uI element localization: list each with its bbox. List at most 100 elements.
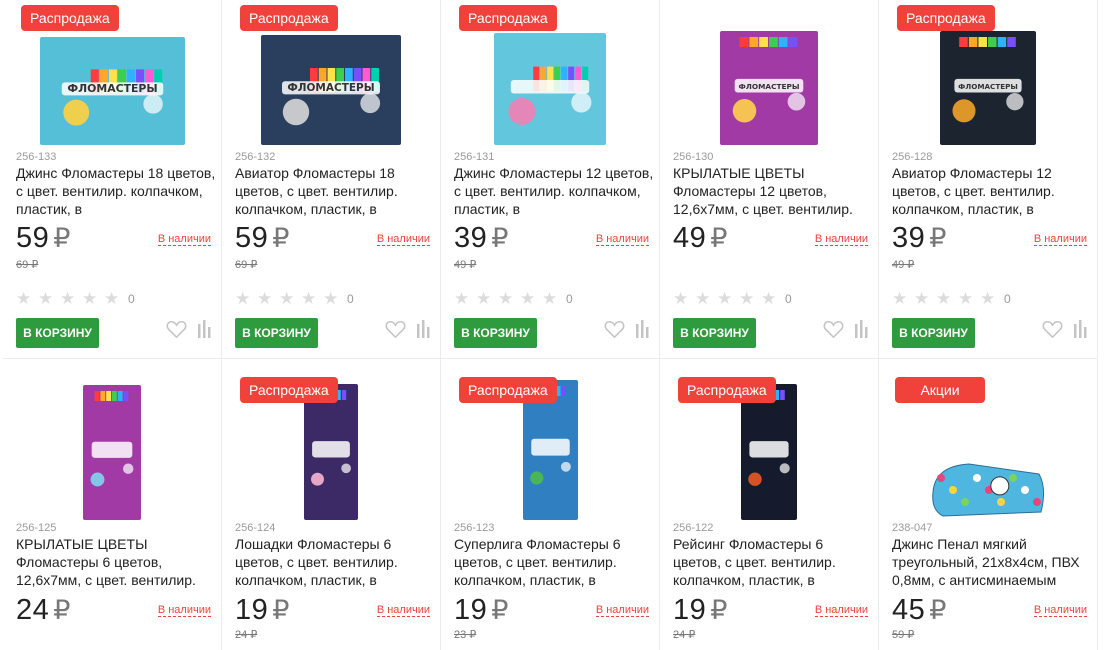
product-card[interactable]: Распродажа 256-122 Рейсинг Фломастеры 6 цв… xyxy=(660,359,879,650)
star-icon[interactable]: ★ xyxy=(980,290,1002,308)
star-icon[interactable]: ★ xyxy=(38,290,60,308)
rating[interactable]: ★ ★ ★ ★ ★ 0 xyxy=(454,290,573,308)
star-icon[interactable]: ★ xyxy=(301,290,323,308)
product-title-link[interactable]: Рейсинг Фломастеры 6 цветов, с цвет. вен… xyxy=(673,535,873,589)
in-stock-link[interactable]: В наличии xyxy=(595,233,649,246)
product-card[interactable]: Распродажа 256-123 Суперлига Фломастеры 6 … xyxy=(441,359,660,650)
star-icon[interactable]: ★ xyxy=(542,290,564,308)
star-icon[interactable]: ★ xyxy=(673,290,695,308)
product-sku: 256-123 xyxy=(454,522,495,534)
add-to-cart-button[interactable]: В КОРЗИНУ xyxy=(454,318,537,348)
product-price: 59 ₽ xyxy=(235,222,290,255)
rating[interactable]: ★ ★ ★ ★ ★ 0 xyxy=(235,290,354,308)
product-title-link[interactable]: Джинс Фломастеры 12 цветов, с цвет. вент… xyxy=(454,164,654,218)
product-price: 59 ₽ xyxy=(16,222,71,255)
in-stock-link[interactable]: В наличии xyxy=(595,604,649,617)
product-card[interactable]: 256-125 КРЫЛАТЫЕ ЦВЕТЫ Фломастеры 6 цвето… xyxy=(3,359,222,650)
star-icon[interactable]: ★ xyxy=(761,290,783,308)
product-sku: 256-128 xyxy=(892,151,933,163)
product-sku: 238-047 xyxy=(892,522,933,534)
star-icon[interactable]: ★ xyxy=(104,290,126,308)
product-title-link[interactable]: Джинс Фломастеры 18 цветов, с цвет. вент… xyxy=(16,164,216,218)
product-image-art: ФЛОМАСТЕРЫ xyxy=(940,31,1036,145)
product-sku: 256-131 xyxy=(454,151,495,163)
heart-icon[interactable] xyxy=(1042,320,1063,338)
product-title-link[interactable]: Лошадки Фломастеры 6 цветов, с цвет. вен… xyxy=(235,535,435,589)
sale-badge: Распродажа xyxy=(897,5,995,31)
add-to-cart-button[interactable]: В КОРЗИНУ xyxy=(673,318,756,348)
star-icon[interactable]: ★ xyxy=(695,290,717,308)
star-icon[interactable]: ★ xyxy=(257,290,279,308)
product-sku: 256-133 xyxy=(16,151,57,163)
price-value: 39 xyxy=(454,222,488,254)
product-title-link[interactable]: Джинс Пенал мягкий треугольный, 21х8х4см… xyxy=(892,535,1092,589)
product-card[interactable]: Распродажа ФЛОМАСТЕРЫ 256-128 Авиатор Флома… xyxy=(879,0,1098,359)
in-stock-link[interactable]: В наличии xyxy=(376,233,430,246)
rating[interactable]: ★ ★ ★ ★ ★ 0 xyxy=(892,290,1011,308)
product-image-art xyxy=(304,384,358,520)
product-price: 45 ₽ xyxy=(892,594,947,627)
in-stock-link[interactable]: В наличии xyxy=(1033,233,1087,246)
rating-count: 0 xyxy=(128,292,135,306)
star-icon[interactable]: ★ xyxy=(60,290,82,308)
product-card[interactable]: Распродажа 256-131 Джинс Фломастеры 12 цве… xyxy=(441,0,660,359)
bars-icon[interactable] xyxy=(416,320,430,338)
in-stock-link[interactable]: В наличии xyxy=(157,233,211,246)
in-stock-link[interactable]: В наличии xyxy=(1033,604,1087,617)
bars-icon[interactable] xyxy=(197,320,211,338)
old-price: 49 ₽ xyxy=(892,259,915,271)
add-to-cart-button[interactable]: В КОРЗИНУ xyxy=(16,318,99,348)
product-image[interactable]: ФЛОМАСТЕРЫ xyxy=(660,0,878,145)
rating[interactable]: ★ ★ ★ ★ ★ 0 xyxy=(673,290,792,308)
star-icon[interactable]: ★ xyxy=(958,290,980,308)
bars-icon[interactable] xyxy=(854,320,868,338)
product-title-link[interactable]: Авиатор Фломастеры 18 цветов, с цвет. ве… xyxy=(235,164,435,218)
star-icon[interactable]: ★ xyxy=(235,290,257,308)
product-card[interactable]: Распродажа ФЛОМАСТЕРЫ 256-133 Джинс Фломаст… xyxy=(3,0,222,359)
in-stock-link[interactable]: В наличии xyxy=(814,233,868,246)
star-icon[interactable]: ★ xyxy=(454,290,476,308)
product-card[interactable]: Распродажа 256-124 Лошадки Фломастеры 6 цв… xyxy=(222,359,441,650)
product-image[interactable] xyxy=(3,372,221,520)
product-title-link[interactable]: КРЫЛАТЫЕ ЦВЕТЫ Фломастеры 12 цветов, 12,… xyxy=(673,164,873,218)
star-icon[interactable]: ★ xyxy=(520,290,542,308)
product-title-link[interactable]: Суперлига Фломастеры 6 цветов, с цвет. в… xyxy=(454,535,654,589)
in-stock-link[interactable]: В наличии xyxy=(157,604,211,617)
in-stock-link[interactable]: В наличии xyxy=(814,604,868,617)
heart-icon[interactable] xyxy=(385,320,406,338)
rating[interactable]: ★ ★ ★ ★ ★ 0 xyxy=(16,290,135,308)
price-value: 45 xyxy=(892,594,926,626)
product-title-link[interactable]: КРЫЛАТЫЕ ЦВЕТЫ Фломастеры 6 цветов, 12,6… xyxy=(16,535,216,589)
product-card[interactable]: Распродажа ФЛОМАСТЕРЫ 256-132 Авиатор Флома… xyxy=(222,0,441,359)
old-price: 69 ₽ xyxy=(235,259,258,271)
star-icon[interactable]: ★ xyxy=(82,290,104,308)
add-to-cart-button[interactable]: В КОРЗИНУ xyxy=(235,318,318,348)
in-stock-link[interactable]: В наличии xyxy=(376,604,430,617)
star-icon[interactable]: ★ xyxy=(16,290,38,308)
product-price: 49 ₽ xyxy=(673,222,728,255)
star-icon[interactable]: ★ xyxy=(739,290,761,308)
heart-icon[interactable] xyxy=(166,320,187,338)
star-icon[interactable]: ★ xyxy=(936,290,958,308)
product-title-link[interactable]: Авиатор Фломастеры 12 цветов, с цвет. ве… xyxy=(892,164,1092,218)
rating-count: 0 xyxy=(785,292,792,306)
product-card[interactable]: Акции 238-047 Джинс Пенал мягкий треугольн… xyxy=(879,359,1098,650)
bars-icon[interactable] xyxy=(1073,320,1087,338)
bars-icon[interactable] xyxy=(635,320,649,338)
old-price: 59 ₽ xyxy=(892,629,915,641)
add-to-cart-button[interactable]: В КОРЗИНУ xyxy=(892,318,975,348)
sale-badge: Распродажа xyxy=(459,377,557,403)
product-sku: 256-124 xyxy=(235,522,276,534)
star-icon[interactable]: ★ xyxy=(892,290,914,308)
star-icon[interactable]: ★ xyxy=(476,290,498,308)
star-icon[interactable]: ★ xyxy=(914,290,936,308)
heart-icon[interactable] xyxy=(823,320,844,338)
heart-icon[interactable] xyxy=(604,320,625,338)
star-icon[interactable]: ★ xyxy=(323,290,345,308)
currency-symbol: ₽ xyxy=(929,223,947,253)
price-value: 59 xyxy=(16,222,50,254)
product-card[interactable]: ФЛОМАСТЕРЫ 256-130 КРЫЛАТЫЕ ЦВЕТЫ Фломасте… xyxy=(660,0,879,359)
star-icon[interactable]: ★ xyxy=(279,290,301,308)
star-icon[interactable]: ★ xyxy=(717,290,739,308)
star-icon[interactable]: ★ xyxy=(498,290,520,308)
